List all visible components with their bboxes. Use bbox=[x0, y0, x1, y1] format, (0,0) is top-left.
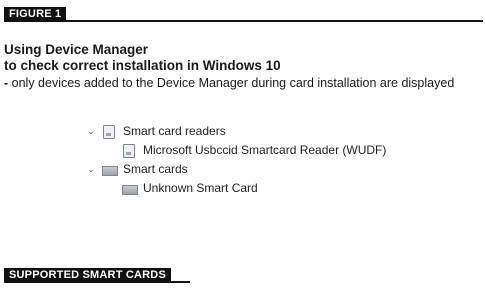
card-reader-icon bbox=[123, 144, 135, 158]
chevron-down-icon[interactable]: ⌄ bbox=[86, 122, 96, 141]
tree-node-label: Unknown Smart Card bbox=[143, 181, 258, 195]
section-divider bbox=[4, 281, 190, 283]
note-text: only devices added to the Device Manager… bbox=[8, 76, 455, 90]
installation-note: - only devices added to the Device Manag… bbox=[4, 76, 482, 91]
heading-line-2: to check correct installation in Windows… bbox=[4, 58, 281, 73]
smart-card-icon bbox=[122, 185, 138, 195]
card-reader-icon bbox=[103, 125, 115, 139]
heading-line-1: Using Device Manager bbox=[4, 42, 149, 57]
chevron-down-icon[interactable]: ⌄ bbox=[86, 160, 96, 179]
smart-card-icon bbox=[102, 166, 118, 176]
tree-node-label: Microsoft Usbccid Smartcard Reader (WUDF… bbox=[143, 143, 387, 157]
tree-node-label: Smart card readers bbox=[123, 124, 226, 138]
tree-node-label: Smart cards bbox=[123, 162, 188, 176]
figure-divider bbox=[4, 20, 483, 22]
heading: Using Device Manager to check correct in… bbox=[4, 42, 480, 74]
